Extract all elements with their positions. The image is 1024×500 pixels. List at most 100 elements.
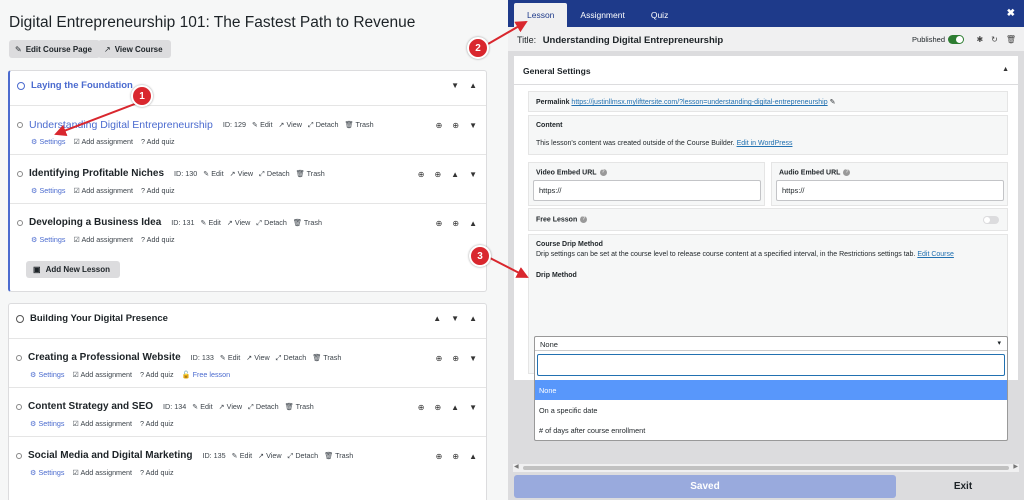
drip-method-search-input[interactable] — [537, 354, 1005, 376]
edit-link[interactable]: ✎ Edit — [220, 353, 240, 363]
settings-link[interactable]: ⚙ Settings — [30, 419, 64, 428]
close-icon[interactable]: ✖ — [1007, 8, 1015, 19]
detach-link[interactable]: ⤢ Detach — [259, 169, 290, 179]
chevron-down-icon[interactable]: ▼ — [469, 354, 477, 363]
add-icon[interactable]: ⊕ — [436, 354, 443, 363]
video-embed-input[interactable]: https:// — [533, 180, 761, 201]
view-link[interactable]: ↗ View — [227, 218, 250, 228]
add-quiz-link[interactable]: ? Add quiz — [141, 186, 175, 195]
lesson-row[interactable]: Creating a Professional Website ID: 133 … — [9, 338, 486, 387]
chevron-down-icon[interactable]: ▼ — [469, 170, 477, 179]
lesson-title[interactable]: Understanding Digital Entrepreneurship — [29, 119, 213, 131]
add-quiz-link[interactable]: ? Add quiz — [140, 419, 174, 428]
lesson-title[interactable]: Creating a Professional Website — [28, 352, 181, 363]
add-icon[interactable]: ⊕ — [434, 403, 441, 412]
add-assignment-link[interactable]: ☑ Add assignment — [72, 419, 132, 428]
saved-button[interactable]: Saved — [514, 475, 896, 498]
view-link[interactable]: ↗ View — [219, 402, 242, 412]
add-icon[interactable]: ⊕ — [452, 354, 459, 363]
trash-link[interactable]: 🗑 Trash — [296, 169, 325, 179]
detach-link[interactable]: ⤢ Detach — [276, 353, 307, 363]
add-assignment-link[interactable]: ☑ Add assignment — [72, 468, 132, 477]
add-assignment-link[interactable]: ☑ Add assignment — [73, 137, 133, 146]
settings-link[interactable]: ⚙ Settings — [31, 186, 65, 195]
audio-embed-input[interactable]: https:// — [776, 180, 1004, 201]
settings-link[interactable]: ⚙ Settings — [31, 235, 65, 244]
exit-button[interactable]: Exit — [908, 475, 1018, 498]
tab-lesson[interactable]: Lesson — [514, 3, 568, 27]
free-lesson-toggle[interactable] — [983, 216, 999, 224]
detach-link[interactable]: ⤢ Detach — [248, 402, 279, 412]
trash-link[interactable]: 🗑 Trash — [293, 218, 322, 228]
add-assignment-link[interactable]: ☑ Add assignment — [73, 186, 133, 195]
add-icon[interactable]: ⊕ — [436, 452, 443, 461]
chevron-up-icon[interactable]: ▲ — [469, 219, 477, 228]
tab-assignment[interactable]: Assignment — [567, 3, 637, 27]
settings-link[interactable]: ⚙ Settings — [30, 468, 64, 477]
pencil-icon[interactable]: ✎ — [830, 99, 836, 106]
chevron-up-icon[interactable]: ▲ — [469, 452, 477, 461]
add-assignment-link[interactable]: ☑ Add assignment — [73, 235, 133, 244]
chevron-down-icon[interactable]: ▼ — [451, 314, 459, 323]
add-icon[interactable]: ⊕ — [452, 219, 459, 228]
drip-method-select[interactable]: None None On a specific date # of days a… — [534, 336, 1008, 441]
chevron-down-icon[interactable]: ▼ — [469, 121, 477, 130]
edit-link[interactable]: ✎ Edit — [252, 120, 272, 130]
collapse-icon[interactable]: ▲ — [1002, 66, 1009, 73]
add-icon[interactable]: ⊕ — [452, 452, 459, 461]
add-icon[interactable]: ⊕ — [436, 121, 443, 130]
edit-course-page-button[interactable]: ✎ Edit Course Page — [9, 40, 100, 58]
settings-link[interactable]: ⚙ Settings — [31, 137, 65, 146]
detach-link[interactable]: ⤢ Detach — [308, 120, 339, 130]
view-link[interactable]: ↗ View — [278, 120, 301, 130]
trash-icon[interactable]: 🗑 — [1006, 35, 1016, 44]
lesson-row[interactable]: Understanding Digital Entrepreneurship I… — [10, 105, 486, 154]
view-link[interactable]: ↗ View — [230, 169, 253, 179]
tab-quiz[interactable]: Quiz — [638, 3, 681, 27]
add-assignment-link[interactable]: ☑ Add assignment — [72, 370, 132, 379]
add-new-lesson-button[interactable]: ▣ Add New Lesson — [26, 261, 121, 278]
chevron-up-icon[interactable]: ▲ — [451, 403, 459, 412]
edit-in-wordpress-link[interactable]: Edit in WordPress — [737, 140, 793, 147]
add-icon[interactable]: ⊕ — [418, 403, 425, 412]
trash-link[interactable]: 🗑 Trash — [312, 353, 341, 363]
trash-link[interactable]: 🗑 Trash — [324, 451, 353, 461]
add-quiz-link[interactable]: ? Add quiz — [140, 370, 174, 379]
drip-option-none[interactable]: None — [535, 380, 1007, 400]
edit-link[interactable]: ✎ Edit — [200, 218, 220, 228]
chevron-up-icon[interactable]: ▲ — [469, 314, 477, 323]
chevron-up-icon[interactable]: ▲ — [469, 81, 477, 90]
view-link[interactable]: ↗ View — [258, 451, 281, 461]
edit-link[interactable]: ✎ Edit — [203, 169, 223, 179]
lesson-row[interactable]: Identifying Profitable Niches ID: 130 ✎ … — [10, 154, 486, 203]
refresh-icon[interactable]: ↻ — [991, 35, 998, 44]
lesson-row[interactable]: Content Strategy and SEO ID: 134 ✎ Edit … — [9, 387, 486, 436]
scroll-left-icon[interactable]: ◀ — [514, 463, 519, 470]
drip-option-days-after-enrollment[interactable]: # of days after course enrollment — [535, 420, 1007, 440]
chevron-down-icon[interactable]: ▼ — [451, 81, 459, 90]
drip-method-selected[interactable]: None — [535, 337, 1007, 351]
chevron-up-icon[interactable]: ▲ — [451, 170, 459, 179]
lesson-row[interactable]: Developing a Business Idea ID: 131 ✎ Edi… — [10, 203, 486, 252]
lesson-row[interactable]: Social Media and Digital Marketing ID: 1… — [9, 436, 486, 485]
permalink-link[interactable]: https://justinllmsx.mylifttersite.com/?l… — [571, 99, 827, 106]
lesson-title-field[interactable]: Understanding Digital Entrepreneurship — [543, 35, 724, 46]
lesson-title[interactable]: Identifying Profitable Niches — [29, 168, 164, 179]
section-laying-the-foundation[interactable]: Laying the Foundation ▼ ▲ Understanding … — [8, 70, 487, 292]
edit-link[interactable]: ✎ Edit — [192, 402, 212, 412]
lesson-title[interactable]: Developing a Business Idea — [29, 217, 161, 228]
chevron-up-icon[interactable]: ▲ — [433, 314, 441, 323]
add-icon[interactable]: ⊕ — [418, 170, 425, 179]
bug-icon[interactable]: ✱ — [976, 35, 983, 44]
settings-link[interactable]: ⚙ Settings — [30, 370, 64, 379]
chevron-down-icon[interactable]: ▼ — [469, 403, 477, 412]
lesson-title[interactable]: Social Media and Digital Marketing — [28, 450, 192, 461]
detach-link[interactable]: ⤢ Detach — [288, 451, 319, 461]
edit-course-link[interactable]: Edit Course — [917, 251, 954, 258]
add-icon[interactable]: ⊕ — [434, 170, 441, 179]
trash-link[interactable]: 🗑 Trash — [345, 120, 374, 130]
lesson-title[interactable]: Content Strategy and SEO — [28, 401, 153, 412]
add-quiz-link[interactable]: ? Add quiz — [141, 235, 175, 244]
view-course-button[interactable]: ↗ View Course — [98, 40, 171, 58]
section-building-your-digital-presence[interactable]: Building Your Digital Presence ▲ ▼ ▲ Cre… — [8, 303, 487, 500]
